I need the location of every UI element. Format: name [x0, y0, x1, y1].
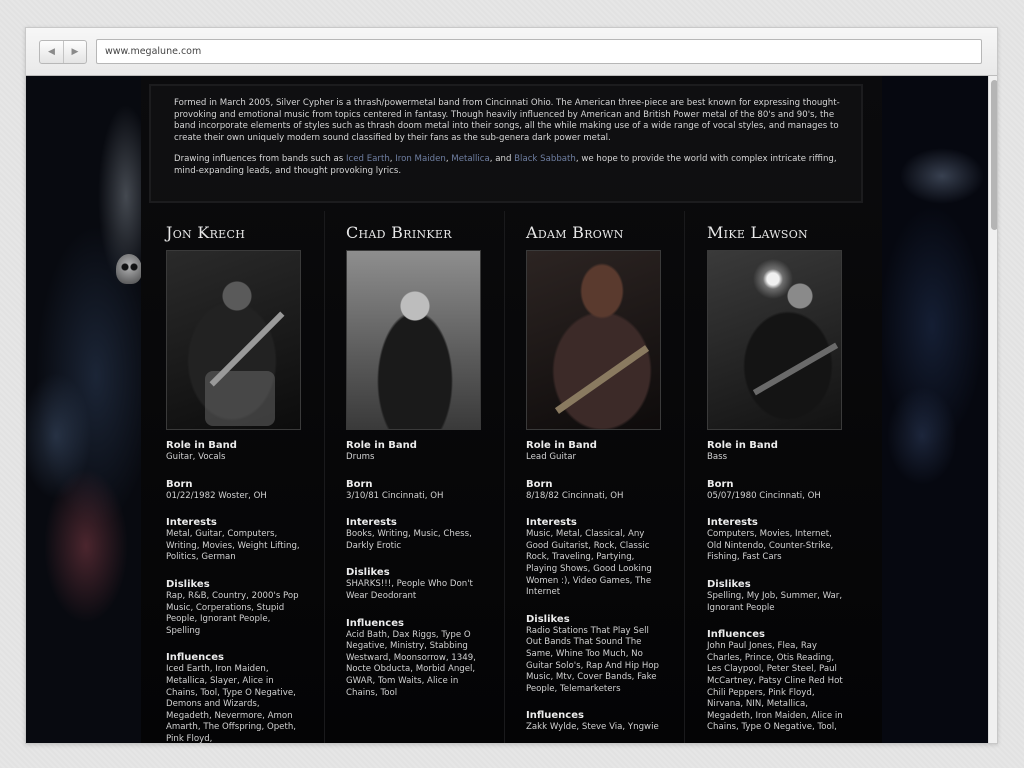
member-photo [346, 250, 481, 430]
field-interests: Interests Metal, Guitar, Computers, Writi… [166, 517, 300, 563]
skull-image [116, 254, 142, 284]
forward-arrow-icon[interactable]: ▶ [62, 41, 86, 63]
scrollbar-thumb[interactable] [991, 80, 997, 230]
field-dislikes: Dislikes SHARKS!!!, People Who Don't Wear… [346, 567, 473, 601]
field-born: Born 3/10/81 Cincinnati, OH [346, 478, 444, 501]
member-name: Jon Krech [166, 223, 246, 242]
intro-text: Drawing influences from bands such as [174, 154, 346, 165]
field-role: Role in Band Bass [707, 440, 778, 462]
member-photo [166, 250, 301, 430]
field-interests: Interests Computers, Movies, Internet, Ol… [707, 517, 834, 563]
field-dislikes: Dislikes Spelling, My Job, Summer, War, I… [707, 578, 843, 613]
link-iced-earth[interactable]: Iced Earth [346, 154, 390, 164]
member-card-chad-brinker: Chad Brinker Role in Band Drums Born 3/10/… [325, 211, 505, 743]
field-dislikes: Dislikes Rap, R&B, Country, 2000's Pop Mu… [166, 578, 299, 636]
member-photo [526, 250, 661, 430]
nav-buttons: ◀ ▶ [39, 40, 87, 64]
intro-paragraph-1: Formed in March 2005, Silver Cypher is a… [174, 98, 840, 143]
page-viewport: Formed in March 2005, Silver Cypher is a… [26, 76, 997, 744]
field-born: Born 8/18/82 Cincinnati, OH [526, 478, 624, 501]
field-role: Role in Band Lead Guitar [526, 440, 597, 462]
member-card-adam-brown: Adam Brown Role in Band Lead Guitar Born 8… [505, 211, 685, 743]
browser-window: ◀ ▶ www.megalune.com Formed in March 200… [25, 27, 998, 744]
field-influences: Influences Acid Bath, Dax Riggs, Type O N… [346, 617, 476, 698]
vertical-scrollbar[interactable] [988, 76, 997, 743]
member-name: Chad Brinker [346, 223, 452, 242]
address-bar[interactable]: www.megalune.com [96, 39, 982, 64]
member-name: Mike Lawson [707, 223, 808, 242]
browser-toolbar: ◀ ▶ www.megalune.com [26, 28, 997, 76]
member-name: Adam Brown [526, 223, 624, 242]
field-born: Born 01/22/1982 Woster, OH [166, 478, 267, 501]
field-dislikes: Dislikes Radio Stations That Play Sell Ou… [526, 613, 660, 694]
space-background-right [882, 76, 988, 743]
member-photo [707, 250, 842, 430]
field-influences: Influences John Paul Jones, Flea, Ray Cha… [707, 629, 843, 733]
field-interests: Interests Books, Writing, Music, Chess, D… [346, 517, 472, 551]
link-iron-maiden[interactable]: Iron Maiden [395, 154, 446, 164]
member-card-mike-lawson: Mike Lawson Role in Band Bass Born 05/07/1… [686, 211, 866, 743]
link-metallica[interactable]: Metallica [451, 154, 490, 164]
field-influences: Influences Zakk Wylde, Steve Via, Yngwie [526, 710, 659, 733]
band-intro: Formed in March 2005, Silver Cypher is a… [149, 84, 863, 203]
main-content: Formed in March 2005, Silver Cypher is a… [141, 76, 882, 744]
field-role: Role in Band Drums [346, 440, 417, 462]
link-black-sabbath[interactable]: Black Sabbath [514, 154, 576, 164]
intro-text: , and [489, 154, 515, 165]
intro-paragraph-2: Drawing influences from bands such as Ic… [174, 154, 843, 177]
back-arrow-icon[interactable]: ◀ [40, 41, 63, 63]
field-born: Born 05/07/1980 Cincinnati, OH [707, 478, 821, 501]
field-interests: Interests Music, Metal, Classical, Any Go… [526, 517, 652, 598]
space-background-left [26, 76, 146, 743]
field-influences: Influences Iced Earth, Iron Maiden, Metal… [166, 652, 297, 744]
field-role: Role in Band Guitar, Vocals [166, 440, 237, 462]
member-card-jon-krech: Jon Krech Role in Band Guitar, Vocals Bor… [145, 211, 325, 744]
